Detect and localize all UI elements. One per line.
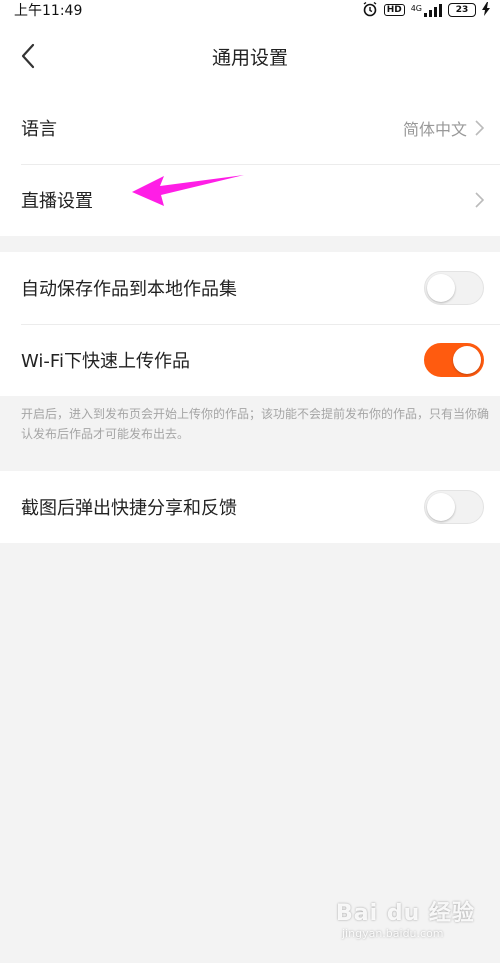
screenshot-share-toggle[interactable] xyxy=(424,490,484,524)
chevron-right-icon xyxy=(475,120,484,136)
status-time: 上午11:49 xyxy=(14,3,83,19)
toggle-knob xyxy=(453,346,481,374)
network-type: 4G xyxy=(410,3,422,13)
settings-group-general: 语言 简体中文 直播设置 xyxy=(0,92,500,236)
hd-badge: HD xyxy=(383,4,405,16)
toggle-knob xyxy=(427,274,455,302)
page-title: 通用设置 xyxy=(211,46,288,69)
language-value-area: 简体中文 xyxy=(403,116,484,140)
wifi-upload-hint: 开启后，进入到发布页会开始上传你的作品；该功能不会提前发布你的作品，只有当你确认… xyxy=(21,407,490,441)
settings-group-share: 截图后弹出快捷分享和反馈 xyxy=(0,471,500,543)
live-settings-row[interactable]: 直播设置 xyxy=(0,164,500,236)
alarm-icon xyxy=(362,1,378,20)
live-settings-arrow-area xyxy=(475,192,484,208)
back-button[interactable] xyxy=(10,38,46,74)
auto-save-row: 自动保存作品到本地作品集 xyxy=(0,252,500,324)
wifi-upload-label: Wi-Fi下快速上传作品 xyxy=(21,351,190,372)
screenshot-share-row: 截图后弹出快捷分享和反馈 xyxy=(0,471,500,543)
settings-group-upload: 自动保存作品到本地作品集 Wi-Fi下快速上传作品 xyxy=(0,252,500,396)
charging-icon xyxy=(482,1,490,19)
language-label: 语言 xyxy=(21,119,57,140)
live-settings-label: 直播设置 xyxy=(21,191,93,212)
wifi-upload-toggle[interactable] xyxy=(424,343,484,377)
chevron-right-icon xyxy=(475,192,484,208)
watermark-logo: Bai du 经验 xyxy=(336,901,475,926)
baidu-watermark: Bai du 经验 jingyan.baidu.com xyxy=(336,895,476,953)
navigation-header: 通用设置 xyxy=(0,20,500,92)
wifi-upload-row: Wi-Fi下快速上传作品 xyxy=(0,324,500,396)
status-icons: HD 4G 23 xyxy=(362,1,490,20)
toggle-knob xyxy=(427,493,455,521)
signal-icon: 4G xyxy=(410,3,442,17)
screenshot-share-label: 截图后弹出快捷分享和反馈 xyxy=(21,498,237,519)
language-row[interactable]: 语言 简体中文 xyxy=(0,92,500,164)
auto-save-label: 自动保存作品到本地作品集 xyxy=(21,279,237,300)
status-bar: 上午11:49 HD 4G 23 xyxy=(0,0,500,20)
auto-save-toggle[interactable] xyxy=(424,271,484,305)
language-value: 简体中文 xyxy=(402,120,467,139)
chevron-left-icon xyxy=(21,43,35,69)
battery-level: 23 xyxy=(455,5,469,15)
watermark-url: jingyan.baidu.com xyxy=(342,927,444,940)
annotation-arrow xyxy=(132,175,244,206)
battery-icon: 23 xyxy=(448,3,476,17)
